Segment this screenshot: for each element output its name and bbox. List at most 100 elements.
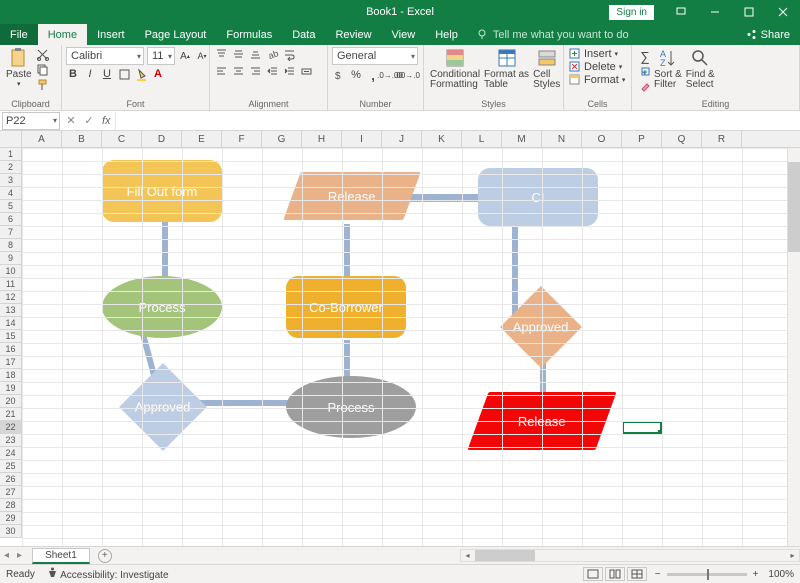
tab-help[interactable]: Help <box>425 24 468 45</box>
copy-icon[interactable] <box>36 62 50 76</box>
number-format-combo[interactable]: General <box>332 47 418 65</box>
align-center-icon[interactable] <box>231 64 245 78</box>
row-header[interactable]: 26 <box>0 473 21 486</box>
row-header[interactable]: 13 <box>0 304 21 317</box>
normal-view-icon[interactable] <box>583 567 603 581</box>
select-all-corner[interactable] <box>0 131 22 148</box>
scroll-right-icon[interactable]: ▸ <box>786 550 799 561</box>
decrease-decimal-icon[interactable]: .00→.0 <box>400 68 414 82</box>
row-header[interactable]: 14 <box>0 317 21 330</box>
col-header[interactable]: H <box>302 131 342 147</box>
zoom-level[interactable]: 100% <box>768 569 794 580</box>
row-header[interactable]: 25 <box>0 460 21 473</box>
row-header[interactable]: 29 <box>0 512 21 525</box>
cells-canvas[interactable]: Fill Out form Process Approved Release C… <box>22 148 800 546</box>
sort-filter-button[interactable]: AZ Sort & Filter <box>652 47 684 90</box>
row-header[interactable]: 1 <box>0 148 21 161</box>
fill-color-icon[interactable] <box>134 67 148 81</box>
format-painter-icon[interactable] <box>36 77 50 91</box>
tab-home[interactable]: Home <box>38 24 87 45</box>
page-layout-view-icon[interactable] <box>605 567 625 581</box>
align-top-icon[interactable] <box>214 47 228 61</box>
zoom-slider[interactable] <box>667 573 747 576</box>
tab-view[interactable]: View <box>382 24 426 45</box>
wrap-text-icon[interactable] <box>282 47 296 61</box>
shape-ci[interactable]: CI <box>478 168 598 226</box>
scroll-left-icon[interactable]: ◂ <box>461 550 474 561</box>
italic-button[interactable]: I <box>83 67 97 81</box>
new-sheet-button[interactable]: + <box>98 549 112 563</box>
align-bottom-icon[interactable] <box>248 47 262 61</box>
col-header[interactable]: K <box>422 131 462 147</box>
col-header[interactable]: I <box>342 131 382 147</box>
cancel-formula-icon[interactable]: ✕ <box>62 114 80 127</box>
row-header[interactable]: 11 <box>0 278 21 291</box>
tab-review[interactable]: Review <box>325 24 381 45</box>
row-header[interactable]: 3 <box>0 174 21 187</box>
row-header[interactable]: 10 <box>0 265 21 278</box>
accounting-format-icon[interactable]: $ <box>332 68 346 82</box>
row-header[interactable]: 20 <box>0 395 21 408</box>
clear-icon[interactable] <box>638 79 652 93</box>
shape-process2[interactable]: Process <box>286 376 416 438</box>
decrease-indent-icon[interactable] <box>265 64 279 78</box>
row-header[interactable]: 21 <box>0 408 21 421</box>
row-header[interactable]: 6 <box>0 213 21 226</box>
shape-approved1[interactable]: Approved <box>119 363 207 451</box>
row-header[interactable]: 12 <box>0 291 21 304</box>
row-header[interactable]: 15 <box>0 330 21 343</box>
col-header[interactable]: O <box>582 131 622 147</box>
row-header[interactable]: 7 <box>0 226 21 239</box>
col-header[interactable]: E <box>182 131 222 147</box>
col-header[interactable]: C <box>102 131 142 147</box>
fx-icon[interactable]: fx <box>98 115 115 127</box>
cut-icon[interactable] <box>36 47 50 61</box>
fill-icon[interactable] <box>638 64 652 78</box>
row-header[interactable]: 5 <box>0 200 21 213</box>
format-as-table-button[interactable]: Format as Table <box>482 47 531 90</box>
formula-input[interactable] <box>115 112 800 130</box>
font-name-combo[interactable]: Calibri <box>66 47 144 65</box>
col-header[interactable]: N <box>542 131 582 147</box>
row-header[interactable]: 27 <box>0 486 21 499</box>
zoom-out-button[interactable]: − <box>655 569 661 580</box>
row-header[interactable]: 28 <box>0 499 21 512</box>
row-header[interactable]: 19 <box>0 382 21 395</box>
sheet-nav-next-icon[interactable]: ▸ <box>13 550 26 561</box>
merge-center-icon[interactable] <box>299 64 313 78</box>
font-size-combo[interactable]: 11 <box>147 47 175 65</box>
row-header[interactable]: 8 <box>0 239 21 252</box>
share-button[interactable]: Share <box>736 24 800 45</box>
row-header[interactable]: 22 <box>0 421 21 434</box>
borders-icon[interactable] <box>117 67 131 81</box>
row-header[interactable]: 18 <box>0 369 21 382</box>
active-cell[interactable] <box>622 421 662 434</box>
align-right-icon[interactable] <box>248 64 262 78</box>
tab-page-layout[interactable]: Page Layout <box>135 24 217 45</box>
paste-button[interactable]: Paste ▾ <box>4 47 34 88</box>
col-header[interactable]: M <box>502 131 542 147</box>
underline-button[interactable]: U <box>100 67 114 81</box>
col-header[interactable]: J <box>382 131 422 147</box>
col-header[interactable]: D <box>142 131 182 147</box>
tab-insert[interactable]: Insert <box>87 24 135 45</box>
scroll-thumb[interactable] <box>475 550 535 561</box>
conditional-formatting-button[interactable]: Conditional Formatting <box>428 47 482 90</box>
col-header[interactable]: A <box>22 131 62 147</box>
col-header[interactable]: G <box>262 131 302 147</box>
row-header[interactable]: 16 <box>0 343 21 356</box>
row-header[interactable]: 4 <box>0 187 21 200</box>
align-middle-icon[interactable] <box>231 47 245 61</box>
delete-cells-button[interactable]: Delete▾ <box>568 60 622 73</box>
tell-me-search[interactable]: Tell me what you want to do <box>468 24 736 45</box>
orientation-icon[interactable]: ab <box>265 47 279 61</box>
find-select-button[interactable]: Find & Select <box>684 47 717 90</box>
col-header[interactable]: P <box>622 131 662 147</box>
row-header[interactable]: 24 <box>0 447 21 460</box>
maximize-icon[interactable] <box>732 0 766 24</box>
cell-styles-button[interactable]: Cell Styles <box>531 47 562 90</box>
col-header[interactable]: B <box>62 131 102 147</box>
minimize-icon[interactable] <box>698 0 732 24</box>
col-header[interactable]: Q <box>662 131 702 147</box>
tab-file[interactable]: File <box>0 24 38 45</box>
